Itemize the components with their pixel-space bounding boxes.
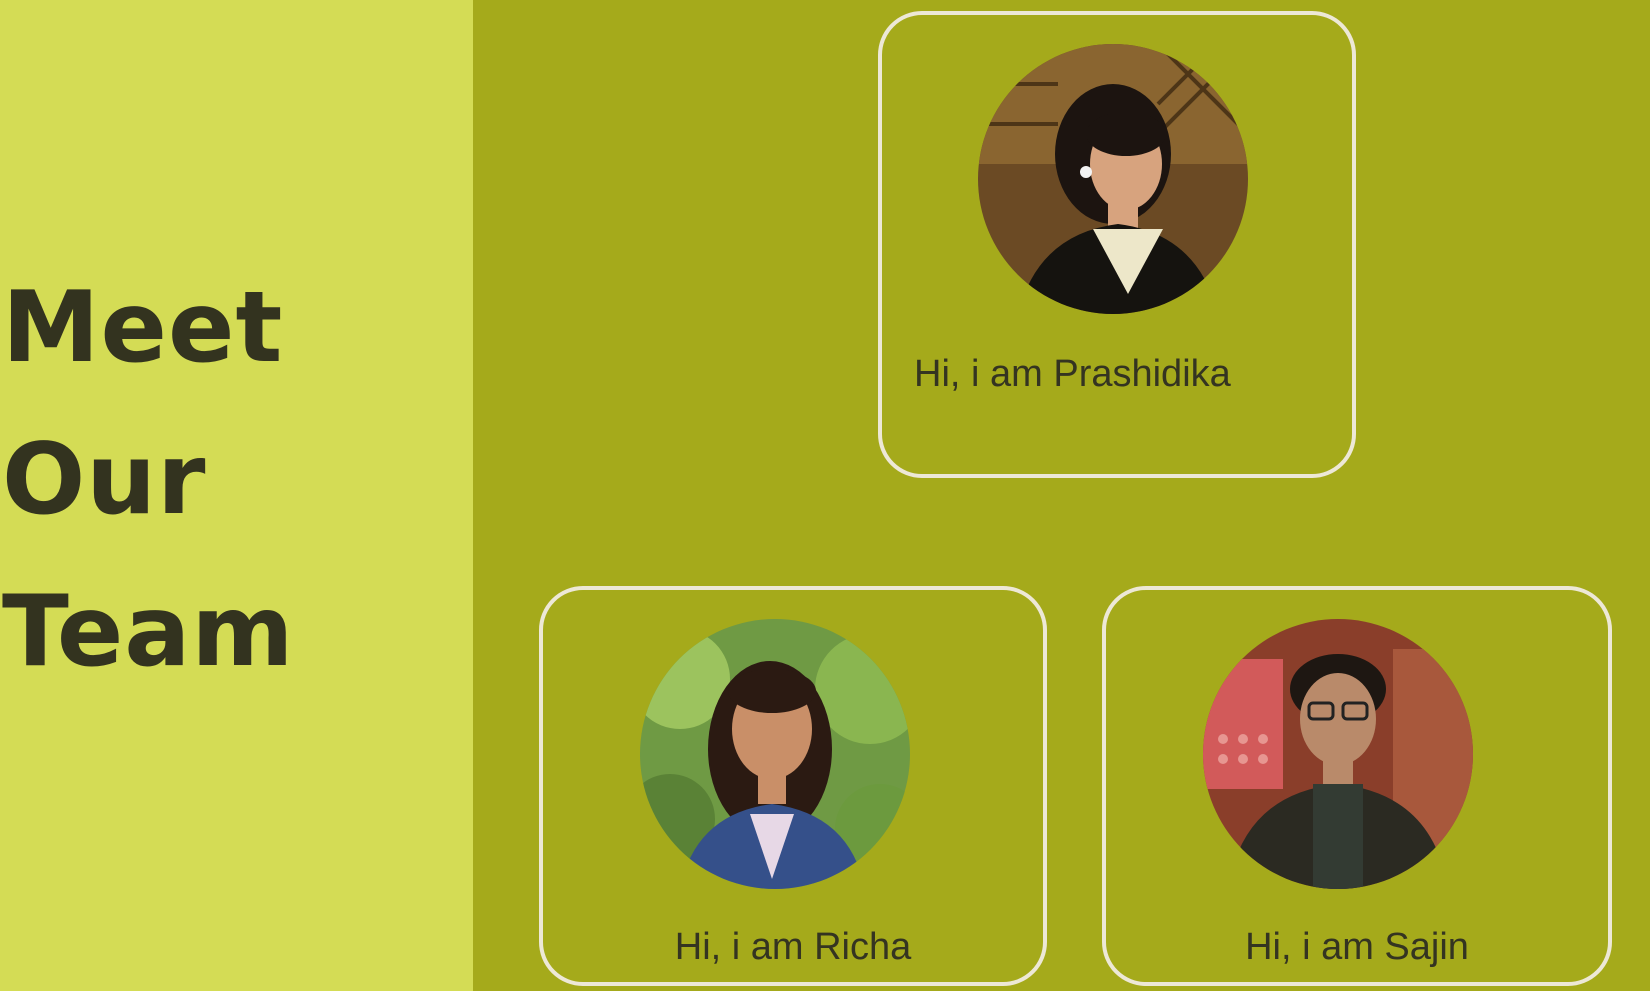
portrait-prashidika-image	[978, 44, 1248, 314]
member-greeting: Hi, i am Sajin	[1245, 926, 1469, 968]
portrait-sajin-image	[1203, 619, 1473, 889]
avatar	[978, 44, 1248, 314]
portrait-richa-image	[640, 619, 910, 889]
title-line-our: Our	[2, 423, 207, 537]
member-greeting: Hi, i am Prashidika	[914, 353, 1231, 395]
avatar	[640, 619, 910, 889]
sidebar: Meet Our Team	[0, 0, 473, 991]
avatar	[1203, 619, 1473, 889]
team-card-sajin[interactable]: Hi, i am Sajin	[1102, 586, 1612, 986]
title-line-meet: Meet	[2, 271, 284, 385]
title-line-team: Team	[2, 575, 295, 689]
page-title: Meet Our Team	[2, 252, 295, 708]
team-card-prashidika[interactable]: Hi, i am Prashidika	[878, 11, 1356, 478]
member-greeting: Hi, i am Richa	[674, 926, 912, 968]
team-card-richa[interactable]: Hi, i am Richa	[539, 586, 1047, 986]
